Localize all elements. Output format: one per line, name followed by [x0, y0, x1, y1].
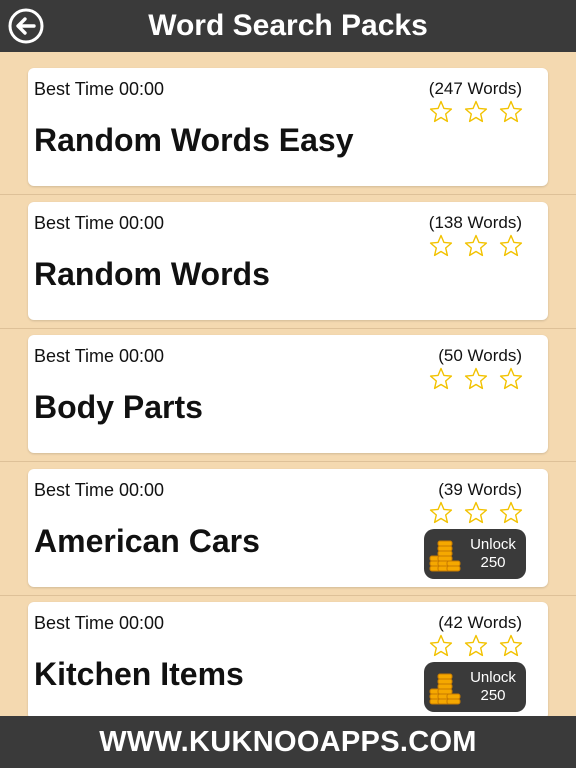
word-count-label: (138 Words) [428, 213, 522, 232]
best-time-label: Best Time 00:00 [34, 480, 165, 500]
page-title: Word Search Packs [148, 9, 428, 42]
star-outline-icon [429, 100, 453, 123]
row-divider [0, 461, 576, 462]
pack-card-body-parts[interactable]: Best Time 00:00 (50 Words) Body Parts [28, 335, 548, 453]
word-count-label: (50 Words) [438, 346, 522, 365]
word-count-label: (247 Words) [428, 79, 522, 98]
row-divider [0, 595, 576, 596]
star-rating [429, 367, 525, 391]
star-outline-icon [464, 634, 488, 657]
star-outline-icon [499, 234, 523, 257]
star-outline-icon [464, 501, 488, 524]
pack-name: American Cars [34, 523, 260, 559]
star-outline-icon [464, 234, 488, 257]
star-outline-icon [429, 634, 453, 657]
unlock-cost: 250 [480, 554, 506, 571]
top-bar: Word Search Packs [0, 0, 576, 52]
star-outline-icon [499, 367, 523, 390]
pack-card-american-cars[interactable]: Best Time 00:00 (39 Words) American Cars [28, 469, 548, 587]
star-outline-icon [464, 367, 488, 390]
star-outline-icon [464, 100, 488, 123]
star-rating [429, 234, 525, 258]
star-outline-icon [499, 501, 523, 524]
unlock-text: Unlock [470, 536, 516, 553]
best-time-label: Best Time 00:00 [34, 346, 165, 366]
best-time-label: Best Time 00:00 [34, 613, 165, 633]
star-rating [429, 634, 525, 658]
bottom-bar: WWW.KUKNOOAPPS.COM [0, 716, 576, 768]
star-rating [429, 501, 525, 525]
star-rating [429, 100, 525, 124]
star-outline-icon [429, 501, 453, 524]
best-time-label: Best Time 00:00 [34, 79, 165, 99]
coins-icon [429, 673, 461, 705]
pack-card-random-words[interactable]: Best Time 00:00 (138 Words) Random Words [28, 202, 548, 320]
row-divider [0, 194, 576, 195]
pack-name: Kitchen Items [34, 656, 244, 692]
word-count-label: (39 Words) [438, 480, 522, 499]
unlock-text: Unlock [470, 669, 516, 686]
row-divider [0, 328, 576, 329]
unlock-button[interactable]: Unlock 250 [424, 529, 526, 579]
best-time-label: Best Time 00:00 [34, 213, 165, 233]
unlock-label: Unlock 250 [464, 536, 522, 572]
unlock-cost: 250 [480, 687, 506, 704]
website-link[interactable]: WWW.KUKNOOAPPS.COM [0, 725, 576, 759]
pack-card-kitchen-items[interactable]: Best Time 00:00 (42 Words) Kitchen Items [28, 602, 548, 716]
star-outline-icon [429, 367, 453, 390]
star-outline-icon [499, 100, 523, 123]
pack-card-random-words-easy[interactable]: Best Time 00:00 (247 Words) Random Words… [28, 68, 548, 186]
star-outline-icon [499, 634, 523, 657]
pack-list[interactable]: Best Time 00:00 (247 Words) Random Words… [0, 52, 576, 716]
coins-icon [429, 540, 461, 572]
pack-name: Random Words Easy [34, 122, 354, 158]
unlock-button[interactable]: Unlock 250 [424, 662, 526, 712]
unlock-label: Unlock 250 [464, 669, 522, 705]
star-outline-icon [429, 234, 453, 257]
pack-name: Body Parts [34, 389, 203, 425]
pack-name: Random Words [34, 256, 270, 292]
word-count-label: (42 Words) [438, 613, 522, 632]
